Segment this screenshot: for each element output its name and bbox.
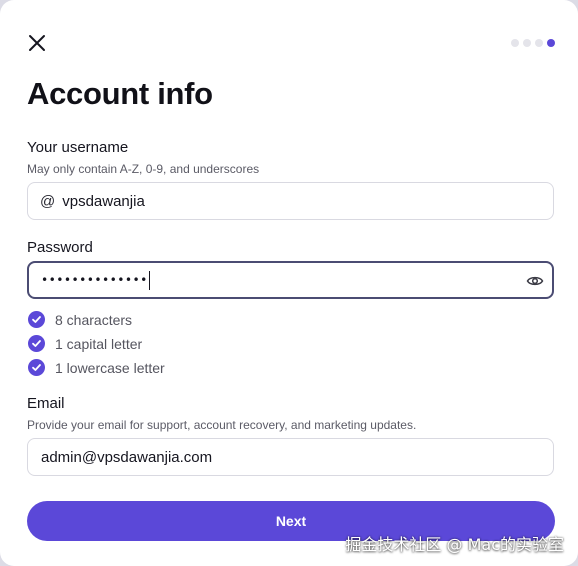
email-input[interactable]	[41, 439, 553, 475]
requirement-label: 1 capital letter	[55, 335, 143, 352]
step-indicator	[511, 39, 555, 47]
username-hint: May only contain A-Z, 0-9, and underscor…	[27, 162, 260, 176]
username-field[interactable]: @	[27, 182, 554, 220]
password-requirement: 1 lowercase letter	[28, 359, 165, 376]
requirement-label: 1 lowercase letter	[55, 359, 165, 376]
password-input[interactable]: ••••••••••••••	[41, 273, 148, 287]
username-label: Your username	[27, 139, 129, 156]
close-button[interactable]	[24, 30, 50, 56]
eye-icon	[526, 276, 544, 286]
password-field[interactable]: ••••••••••••••	[27, 261, 554, 299]
check-icon	[28, 311, 45, 328]
account-info-dialog: Account info Your username May only cont…	[0, 0, 578, 566]
requirement-label: 8 characters	[55, 311, 133, 328]
page-title: Account info	[27, 76, 213, 111]
password-label: Password	[27, 239, 93, 256]
check-icon	[28, 335, 45, 352]
at-icon: @	[40, 192, 56, 210]
check-icon	[28, 359, 45, 376]
username-input[interactable]	[62, 183, 553, 219]
close-icon	[29, 35, 45, 51]
email-label: Email	[27, 395, 65, 412]
step-dot-1	[511, 39, 519, 47]
email-field[interactable]	[27, 438, 554, 476]
step-dot-3	[535, 39, 543, 47]
watermark: 掘金技术社区 @ Mac的实验室	[345, 535, 564, 554]
password-requirement: 8 characters	[28, 311, 132, 328]
email-hint: Provide your email for support, account …	[27, 418, 417, 432]
text-caret	[148, 270, 150, 290]
password-requirement: 1 capital letter	[28, 335, 142, 352]
step-dot-4-active	[547, 39, 555, 47]
show-password-button[interactable]	[526, 272, 544, 290]
step-dot-2	[523, 39, 531, 47]
